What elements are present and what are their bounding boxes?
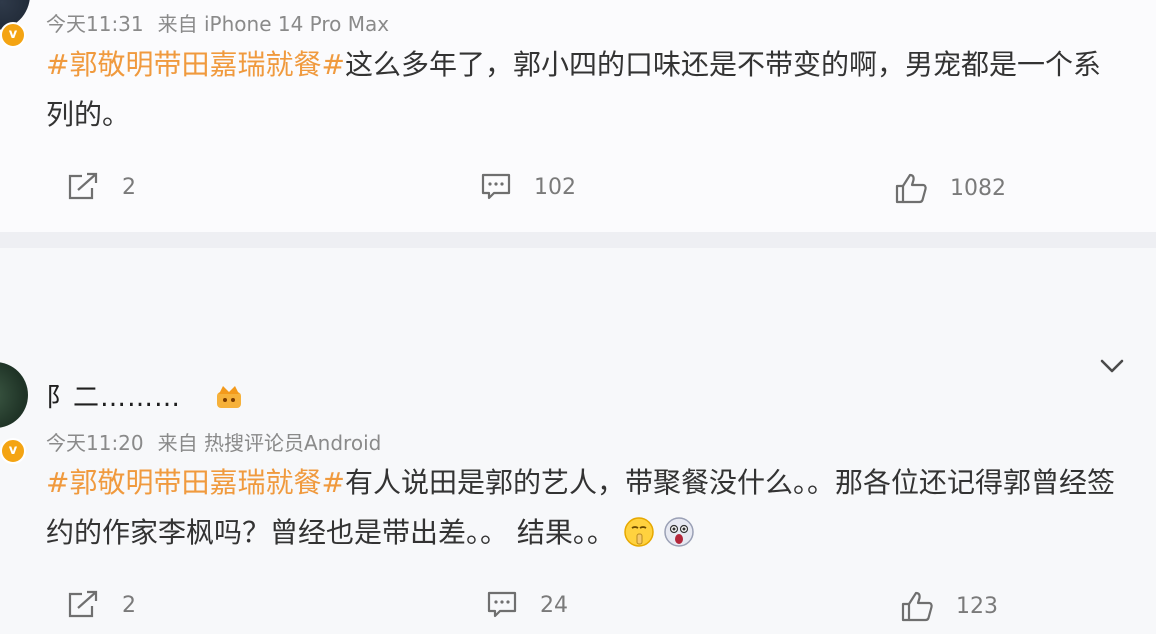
hashtag-link[interactable]: #郭敬明带田嘉瑞就餐# (46, 466, 345, 499)
like-icon (901, 591, 933, 622)
post-2: v 阝二……… 今天11:20 来自 热搜评论员Android #郭敬明带田嘉瑞就… (0, 0, 1156, 634)
username[interactable]: 阝二……… (46, 377, 181, 414)
comment-icon (487, 591, 517, 618)
like-count: 123 (956, 593, 998, 619)
post-source: 来自 热搜评论员Android (157, 431, 382, 455)
comment-count: 24 (540, 592, 568, 618)
repost-button[interactable]: 2 (66, 590, 136, 620)
chevron-down-icon[interactable] (1098, 354, 1126, 378)
shocked-emoji-icon (664, 517, 694, 547)
like-button[interactable]: 123 (900, 590, 998, 622)
post-time: 今天11:20 (46, 431, 144, 455)
crown-icon (217, 386, 241, 408)
verified-badge-icon: v (0, 438, 26, 464)
repost-count: 2 (122, 592, 136, 618)
post-content: #郭敬明带田嘉瑞就餐#有人说田是郭的艺人，带聚餐没什么。。那各位还记得郭曾经签约… (46, 458, 1116, 558)
shush-emoji-icon (624, 517, 654, 547)
repost-icon (68, 590, 98, 618)
avatar[interactable] (0, 362, 28, 428)
post-meta: 今天11:20 来自 热搜评论员Android (46, 427, 381, 456)
comment-button[interactable]: 24 (486, 590, 568, 620)
